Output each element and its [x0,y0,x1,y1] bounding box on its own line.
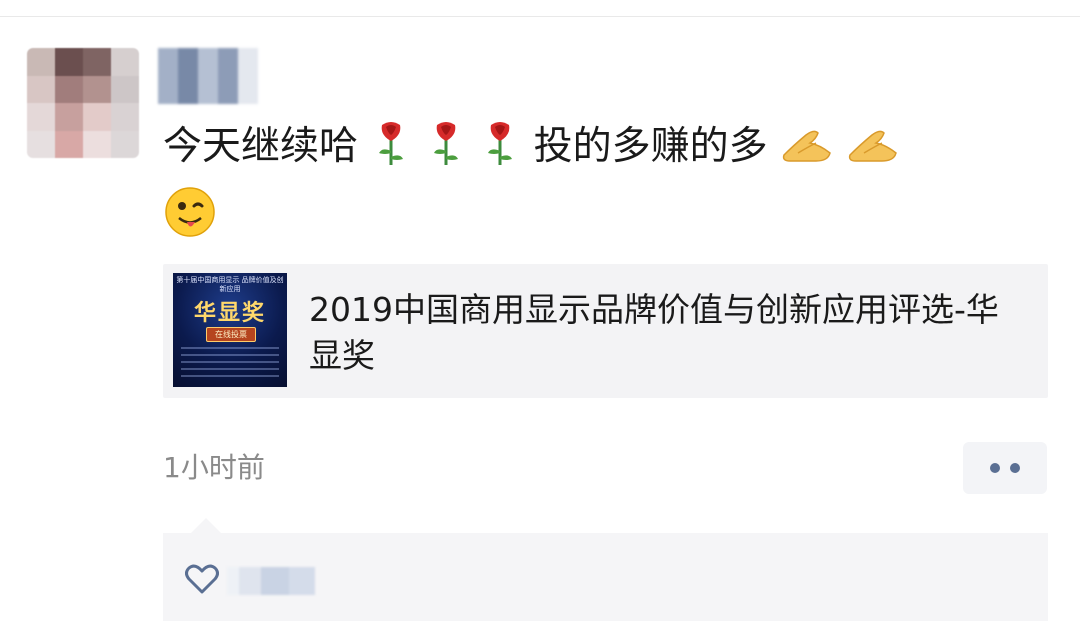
username[interactable] [158,48,258,104]
top-divider [0,16,1080,17]
timestamp: 1小时前 [163,451,265,484]
avatar[interactable] [27,48,139,158]
post-text-part2: 投的多赚的多 [533,124,768,169]
folded-hands-icon [780,125,834,181]
link-card[interactable]: 第十届中国商用显示 品牌价值及创新应用 华显奖 在线投票 2019中国商用显示品… [163,264,1048,398]
heart-icon [185,564,219,594]
thumbnail-text-lines [181,347,279,382]
winking-tongue-face-icon [163,185,217,255]
folded-hands-icon [846,125,900,181]
likes-section [163,533,1048,621]
rose-icon [425,121,467,181]
like-area-pointer [191,518,221,533]
link-title[interactable]: 2019中国商用显示品牌价值与创新应用评选-华显奖 [309,287,1019,379]
thumbnail-big-text: 华显奖 [193,300,266,326]
dot-icon [990,463,1000,473]
dot-icon [1010,463,1020,473]
rose-icon [370,121,412,181]
rose-icon [479,121,521,181]
link-thumbnail: 第十届中国商用显示 品牌价值及创新应用 华显奖 在线投票 [173,273,287,387]
post-text: 今天继续哈 投的多赚的多 [163,119,1023,255]
thumbnail-badge: 在线投票 [206,327,256,342]
liker-name[interactable] [227,567,315,595]
thumbnail-top-text: 第十届中国商用显示 品牌价值及创新应用 [176,276,284,293]
more-options-button[interactable] [963,442,1047,494]
post-text-part1: 今天继续哈 [163,124,359,169]
